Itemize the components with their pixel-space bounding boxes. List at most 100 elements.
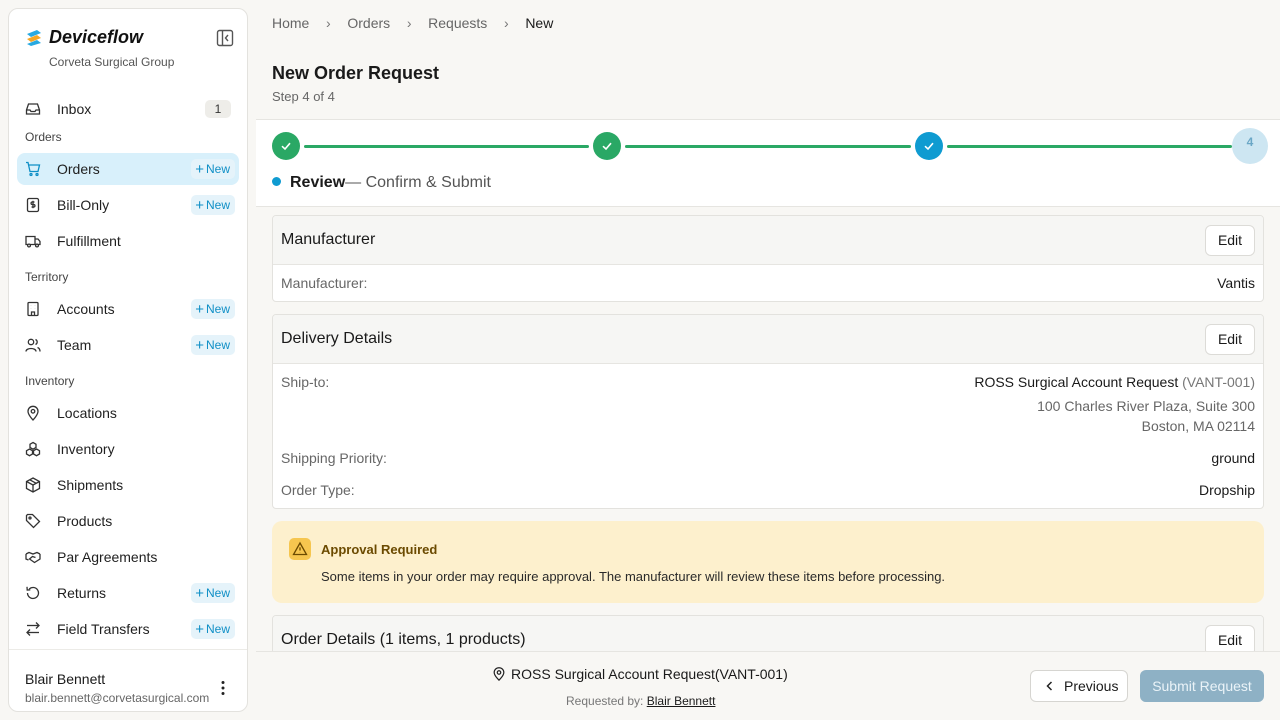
check-icon	[924, 142, 934, 151]
breadcrumb-orders[interactable]: Orders	[347, 15, 390, 31]
map-pin-icon	[493, 667, 505, 681]
map-pin-icon	[27, 405, 39, 421]
submit-request-button[interactable]: Submit Request	[1140, 670, 1264, 702]
plus-icon: +	[195, 621, 204, 638]
breadcrumb-home[interactable]: Home	[272, 15, 309, 31]
footer-account-name: ROSS Surgical Account Request(VANT-001)	[511, 666, 788, 682]
step-2-complete[interactable]	[593, 132, 621, 160]
delivery-details-card: Delivery Details Edit Ship-to: ROSS Surg…	[272, 314, 1264, 509]
sidebar-item-inventory[interactable]: Inventory	[17, 433, 239, 465]
address-line-2: Boston, MA 02114	[1141, 418, 1255, 434]
footer-account: ROSS Surgical Account Request(VANT-001)	[492, 666, 788, 682]
footer-action-bar: ROSS Surgical Account Request(VANT-001) …	[256, 651, 1280, 720]
sidebar-item-label: Locations	[57, 405, 117, 421]
organization-name: Corveta Surgical Group	[49, 55, 175, 69]
step-connector	[625, 145, 911, 148]
sidebar-item-label: Bill-Only	[57, 197, 110, 213]
more-vertical-icon[interactable]	[213, 678, 233, 698]
card-title: Order Details (1 items, 1 products)	[281, 631, 526, 648]
alert-title: Approval Required	[321, 542, 438, 557]
check-icon	[602, 142, 612, 151]
sidebar-item-label: Field Transfers	[57, 621, 150, 637]
step-connector	[304, 145, 589, 148]
card-title: Manufacturer	[281, 231, 376, 248]
boxes-icon	[25, 441, 41, 457]
shopping-cart-icon	[26, 161, 41, 177]
sidebar-item-returns[interactable]: Returns + New	[17, 577, 239, 609]
handshake-icon	[25, 551, 41, 564]
sidebar-item-locations[interactable]: Locations	[17, 397, 239, 429]
previous-label: Previous	[1064, 678, 1119, 694]
sidebar-item-label: Inventory	[57, 441, 115, 457]
new-order-button[interactable]: + New	[191, 159, 235, 179]
status-dot	[272, 177, 281, 186]
sidebar-item-label: Orders	[57, 161, 100, 177]
sidebar: Deviceflow Corveta Surgical Group Inbox …	[8, 8, 248, 712]
new-return-button[interactable]: + New	[191, 583, 235, 603]
warning-icon	[289, 538, 311, 560]
current-step-caption: Review— Confirm & Submit	[272, 174, 491, 192]
new-account-button[interactable]: + New	[191, 299, 235, 319]
order-type-label: Order Type:	[281, 482, 355, 498]
step-3-complete[interactable]	[915, 132, 943, 160]
requested-by-label: Requested by:	[566, 694, 644, 708]
new-field-transfer-button[interactable]: + New	[191, 619, 235, 639]
shipping-priority-value: ground	[1211, 450, 1255, 466]
page-step-indicator: Step 4 of 4	[272, 89, 335, 104]
inbox-icon	[25, 103, 41, 115]
sidebar-item-bill-only[interactable]: Bill-Only + New	[17, 189, 239, 221]
sidebar-item-label: Team	[57, 337, 92, 353]
rotate-ccw-icon	[26, 586, 40, 600]
sidebar-item-fulfillment[interactable]: Fulfillment	[17, 225, 239, 257]
sidebar-item-inbox[interactable]: Inbox 1	[17, 93, 239, 125]
sidebar-item-label: Accounts	[57, 301, 115, 317]
users-icon	[25, 338, 41, 352]
brand: Deviceflow Corveta Surgical Group	[25, 25, 233, 75]
section-heading-orders: Orders	[25, 130, 62, 144]
requested-by-link[interactable]: Blair Bennett	[647, 694, 716, 708]
sidebar-item-label: Returns	[57, 585, 107, 601]
user-email: blair.bennett@corvetasurgical.com	[25, 691, 210, 705]
sidebar-item-shipments[interactable]: Shipments	[17, 469, 239, 501]
sidebar-item-label: Inbox	[57, 101, 92, 117]
user-name: Blair Bennett	[25, 671, 106, 687]
edit-manufacturer-button[interactable]: Edit	[1205, 225, 1255, 256]
alert-message: Some items in your order may require app…	[321, 569, 946, 584]
truck-icon	[25, 235, 41, 248]
edit-delivery-button[interactable]: Edit	[1205, 324, 1255, 355]
sidebar-item-par-agreements[interactable]: Par Agreements	[17, 541, 239, 573]
step-connector	[947, 145, 1232, 148]
sidebar-item-accounts[interactable]: Accounts + New	[17, 293, 239, 325]
plus-icon: +	[195, 301, 204, 318]
sidebar-item-team[interactable]: Team + New	[17, 329, 239, 361]
manufacturer-value: Vantis	[1217, 275, 1255, 291]
new-team-member-button[interactable]: + New	[191, 335, 235, 355]
new-bill-only-button[interactable]: + New	[191, 195, 235, 215]
card-header: Manufacturer Edit	[273, 216, 1263, 265]
sidebar-item-orders[interactable]: Orders + New	[17, 153, 239, 185]
sidebar-item-products[interactable]: Products	[17, 505, 239, 537]
section-heading-territory: Territory	[25, 270, 69, 284]
plus-icon: +	[195, 585, 204, 602]
previous-button[interactable]: Previous	[1030, 670, 1128, 702]
address-line-1: 100 Charles River Plaza, Suite 300	[1037, 398, 1255, 414]
chevron-right-icon: ›	[326, 15, 331, 31]
deviceflow-logo-icon	[27, 30, 41, 46]
receipt-icon	[26, 197, 40, 213]
requested-by: Requested by: Blair Bennett	[566, 694, 715, 708]
sidebar-item-label: Fulfillment	[57, 233, 121, 249]
breadcrumb: Home › Orders › Requests › New	[272, 15, 553, 33]
approval-required-alert: Approval Required Some items in your ord…	[272, 521, 1264, 603]
card-title: Delivery Details	[281, 330, 393, 347]
package-icon	[25, 477, 41, 493]
arrows-left-right-icon	[26, 622, 40, 636]
plus-icon: +	[195, 161, 204, 178]
building-icon	[27, 301, 39, 317]
check-icon	[281, 142, 291, 151]
step-1-complete[interactable]	[272, 132, 300, 160]
breadcrumb-requests[interactable]: Requests	[428, 15, 487, 31]
card-header: Delivery Details Edit	[273, 315, 1263, 364]
step-4-current[interactable]: 4	[1232, 128, 1268, 164]
collapse-sidebar-icon[interactable]	[215, 28, 235, 48]
sidebar-item-field-transfers[interactable]: Field Transfers + New	[17, 613, 239, 645]
